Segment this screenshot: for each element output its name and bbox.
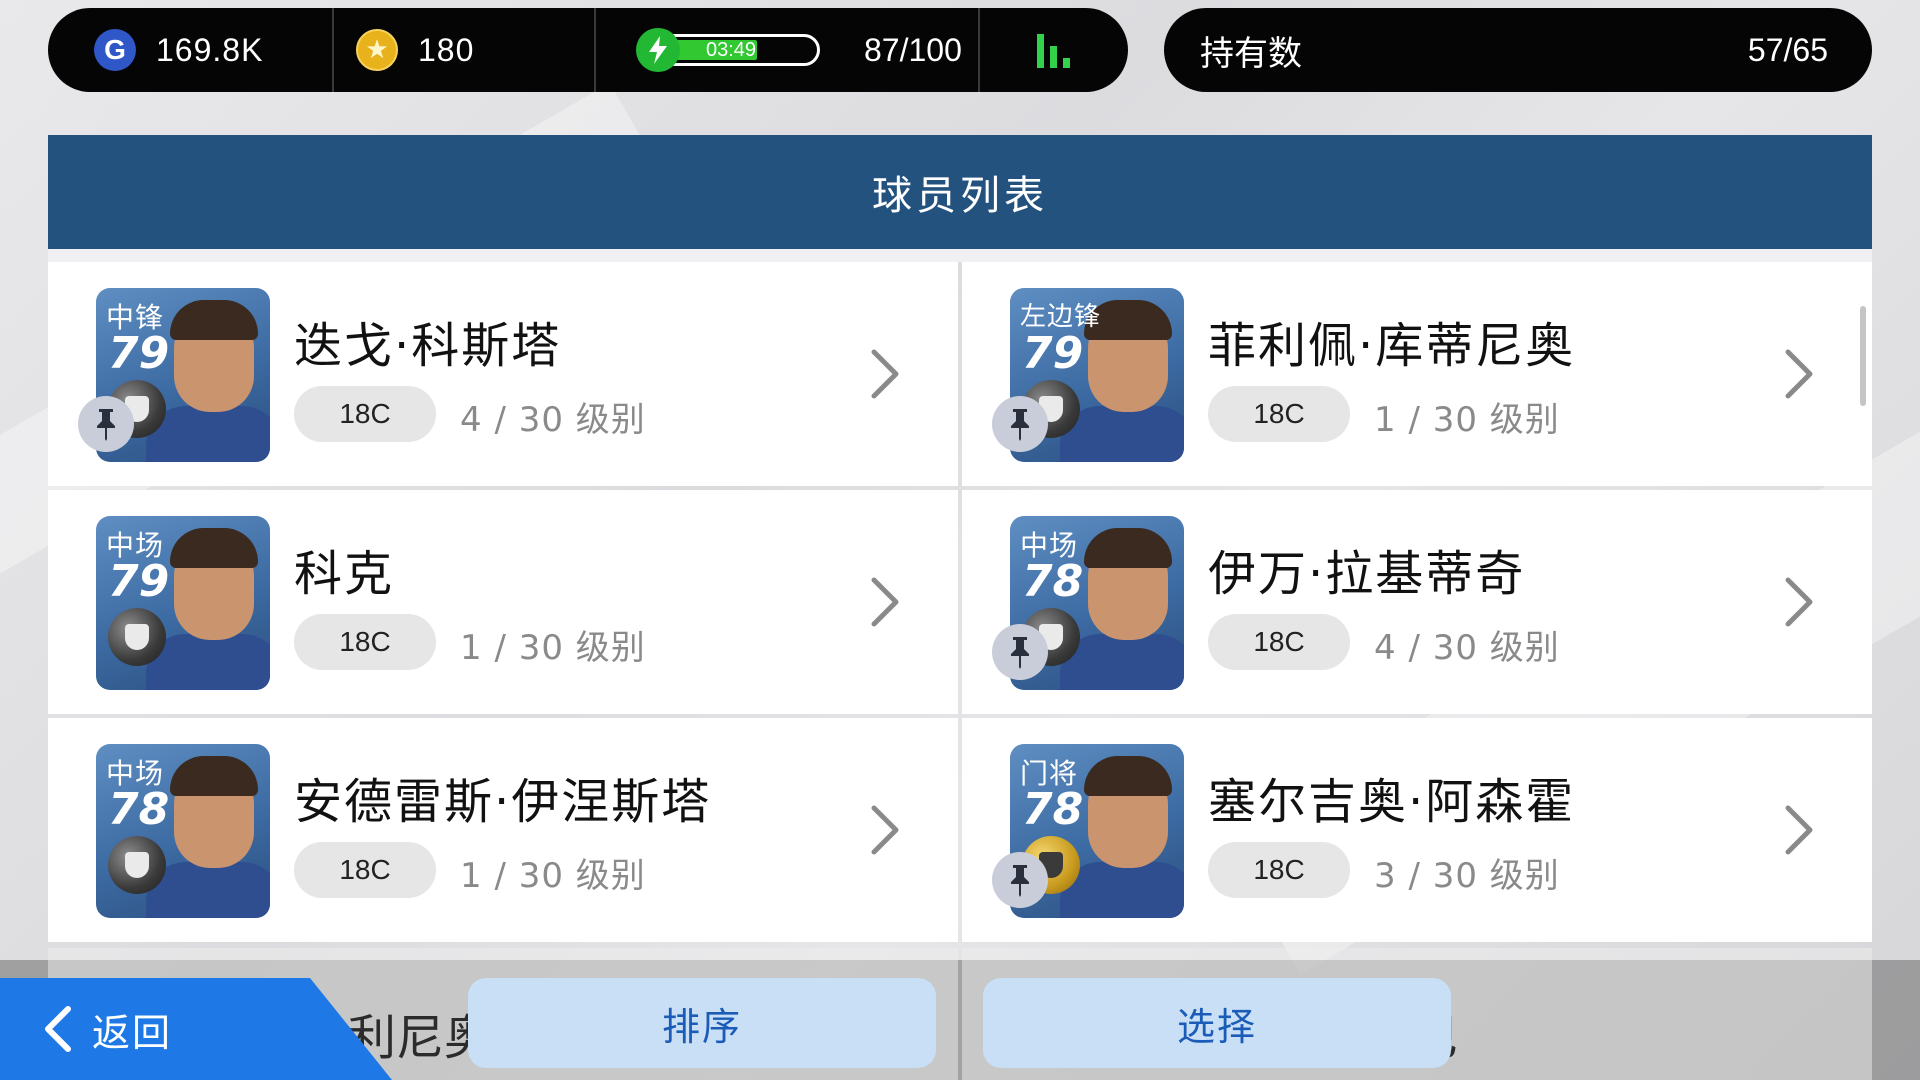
pin-icon[interactable] xyxy=(992,624,1048,680)
card-type-badge: 18C xyxy=(294,386,436,442)
player-name: 塞尔吉奥·阿森霍 xyxy=(1208,774,1576,830)
player-card[interactable]: 左边锋 79 菲利佩·库蒂尼奥 18C 1 / 30 级别 xyxy=(962,262,1872,486)
select-button[interactable]: 选择 xyxy=(983,978,1451,1068)
pin-icon[interactable] xyxy=(992,396,1048,452)
level-text: 4 / 30 级别 xyxy=(460,400,646,440)
gp-coin-icon: G xyxy=(94,29,136,71)
chevron-right-icon xyxy=(1785,577,1813,627)
overall-rating: 79 xyxy=(108,556,170,607)
player-card[interactable]: 中场 78 安德雷斯·伊涅斯塔 18C 1 / 30 级别 xyxy=(48,718,958,942)
card-type-badge: 18C xyxy=(1208,842,1350,898)
chevron-right-icon xyxy=(871,805,899,855)
player-card[interactable]: 中锋 79 迭戈·科斯塔 18C 4 / 30 级别 xyxy=(48,262,958,486)
shield-icon xyxy=(125,852,149,878)
resource-bar: G 169.8K ★ 180 03:49 87/100 xyxy=(48,8,1128,92)
scrollbar[interactable] xyxy=(1860,306,1866,406)
portrait-hair xyxy=(170,300,258,340)
player-list: 中锋 79 迭戈·科斯塔 18C 4 / 30 级别 左边锋 79 菲利佩·库蒂… xyxy=(48,262,1872,942)
sort-button[interactable]: 排序 xyxy=(468,978,936,1068)
player-name: 伊万·拉基蒂奇 xyxy=(1208,546,1526,602)
select-label: 选择 xyxy=(1176,1004,1257,1049)
stats-button[interactable] xyxy=(978,8,1128,92)
portrait-hair xyxy=(1084,528,1172,568)
ball-rarity-icon xyxy=(108,836,166,894)
card-type-badge: 18C xyxy=(294,842,436,898)
overall-rating: 78 xyxy=(108,784,170,835)
sort-label: 排序 xyxy=(661,1004,742,1049)
ownership-count: 57/65 xyxy=(1747,31,1828,68)
ownership-bar: 持有数 57/65 xyxy=(1164,8,1872,92)
player-portrait: 中场 79 xyxy=(96,516,270,690)
back-label: 返回 xyxy=(92,1010,173,1055)
overall-rating: 79 xyxy=(108,328,170,379)
player-card[interactable]: 中场 79 科克 18C 1 / 30 级别 xyxy=(48,490,958,714)
overall-rating: 78 xyxy=(1022,556,1084,607)
overall-rating: 78 xyxy=(1022,784,1084,835)
player-card[interactable]: 中场 78 伊万·拉基蒂奇 18C 4 / 30 级别 xyxy=(962,490,1872,714)
player-card[interactable]: 门将 78 塞尔吉奥·阿森霍 18C 3 / 30 级别 xyxy=(962,718,1872,942)
level-text: 1 / 30 级别 xyxy=(460,628,646,668)
player-name: 迭戈·科斯塔 xyxy=(294,318,562,374)
gp-balance[interactable]: G 169.8K xyxy=(48,8,332,92)
page-title: 球员列表 xyxy=(48,135,1872,249)
pin-icon[interactable] xyxy=(992,852,1048,908)
chevron-right-icon xyxy=(1785,349,1813,399)
pin-icon[interactable] xyxy=(78,396,134,452)
player-name: 科克 xyxy=(294,546,395,602)
energy-count: 87/100 xyxy=(864,31,962,68)
portrait-hair xyxy=(170,528,258,568)
lightning-bolt-icon xyxy=(636,28,680,72)
level-text: 1 / 30 级别 xyxy=(460,856,646,896)
star-coin-icon: ★ xyxy=(356,29,398,71)
player-name: 菲利佩·库蒂尼奥 xyxy=(1208,318,1576,374)
energy-meter[interactable]: 03:49 87/100 xyxy=(594,8,978,92)
card-type-badge: 18C xyxy=(1208,614,1350,670)
card-type-badge: 18C xyxy=(1208,386,1350,442)
overall-rating: 79 xyxy=(1022,328,1084,379)
chevron-right-icon xyxy=(1785,805,1813,855)
ball-rarity-icon xyxy=(108,608,166,666)
portrait-hair xyxy=(170,756,258,796)
level-text: 3 / 30 级别 xyxy=(1374,856,1560,896)
list-top-edge xyxy=(48,249,1872,262)
chevron-right-icon xyxy=(871,349,899,399)
coin-value: 180 xyxy=(418,31,475,68)
ownership-label: 持有数 xyxy=(1200,33,1302,74)
level-text: 4 / 30 级别 xyxy=(1374,628,1560,668)
player-name: 安德雷斯·伊涅斯塔 xyxy=(294,774,712,830)
chevron-right-icon xyxy=(871,577,899,627)
chevron-left-icon xyxy=(45,1006,71,1052)
portrait-hair xyxy=(1084,756,1172,796)
card-type-badge: 18C xyxy=(294,614,436,670)
bar-chart-icon xyxy=(1036,32,1070,68)
level-text: 1 / 30 级别 xyxy=(1374,400,1560,440)
player-portrait: 中场 78 xyxy=(96,744,270,918)
coin-balance[interactable]: ★ 180 xyxy=(332,8,594,92)
shield-icon xyxy=(125,624,149,650)
gp-value: 169.8K xyxy=(156,31,264,68)
